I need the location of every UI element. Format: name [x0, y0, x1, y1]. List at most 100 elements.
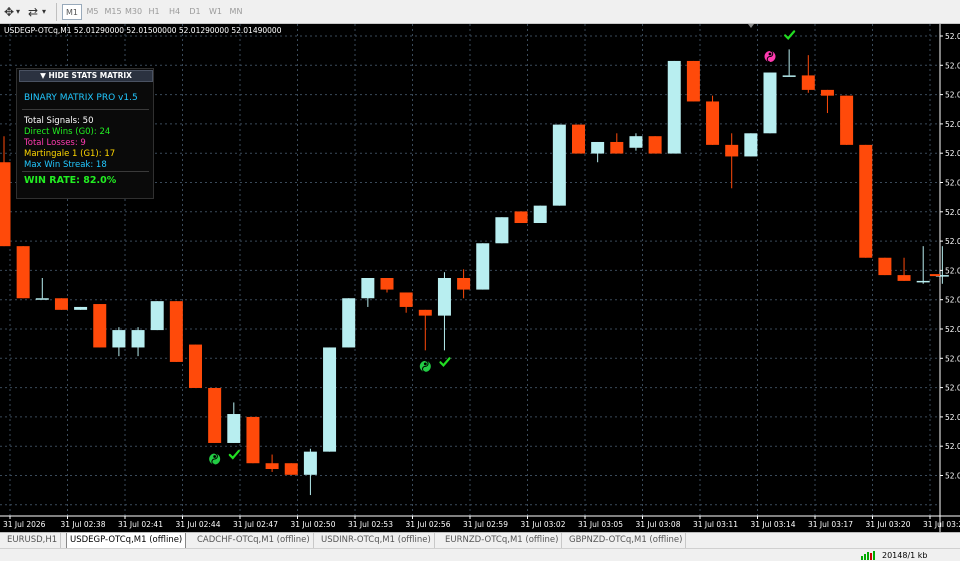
bull-candle-body — [552, 124, 566, 206]
time-tick-label: 31 Jul 03:08 — [636, 520, 681, 529]
stats-matrix-panel: ▼ HIDE STATS MATRIX BINARY MATRIX PRO v1… — [16, 68, 154, 199]
chart-tabs: EURUSD,H1 USDEGP-OTCq,M1 (offline) CADCHF-… — [0, 532, 960, 549]
chart-tab[interactable]: USDEGP-OTCq,M1 (offline) — [66, 533, 187, 549]
time-tick-label: 31 Jul 03:02 — [521, 520, 566, 529]
bear-candle-body — [572, 124, 585, 154]
bear-candle-body — [380, 278, 394, 290]
timeframe-m1-button[interactable]: M1 — [62, 4, 82, 20]
time-tick-label: 31 Jul 02:59 — [463, 520, 508, 529]
yinyang-dot — [213, 455, 217, 458]
dropdown-arrow-icon[interactable]: ▾ — [16, 4, 20, 20]
time-tick-label: 31 Jul 02:41 — [118, 520, 163, 529]
timeframe-m30-button[interactable]: M30 — [124, 4, 144, 20]
bear-candle-body — [208, 387, 222, 443]
max-streak-text: Max Win Streak: 18 — [24, 160, 107, 170]
timeframe-m15-button[interactable]: M15 — [103, 4, 123, 20]
yinyang-dot — [768, 52, 772, 56]
time-tick-label: 31 Jul 2026 — [3, 520, 46, 529]
yinyang-signal-icon — [209, 452, 221, 465]
connection-status-text: 20148/1 kb — [882, 551, 928, 560]
price-tick-label: 52.0 — [945, 91, 960, 100]
chart-tab[interactable]: EURNZD-OTCq,M1 (offline) — [442, 533, 563, 549]
price-tick-label: 52.0 — [945, 237, 960, 246]
crosshair-icon[interactable]: ✥ — [4, 4, 14, 20]
chart-tab[interactable]: CADCHF-OTCq,M1 (offline) — [194, 533, 314, 549]
time-tick-label: 31 Jul 03:11 — [693, 520, 738, 529]
candle — [93, 304, 107, 348]
yinyang-dot — [423, 362, 427, 366]
candle — [840, 95, 854, 145]
chart-toolbar: ✥ ▾ ⇄ ▾ M1 M5 M15 M30 H1 H4 D1 W1 MN — [0, 0, 960, 24]
candle — [284, 463, 298, 475]
bear-candle-body — [54, 298, 68, 310]
candle — [648, 136, 662, 154]
bull-candle-body — [323, 347, 337, 452]
bull-candle-body — [916, 280, 930, 283]
candle — [342, 298, 356, 348]
connection-bars-icon — [861, 551, 875, 560]
bull-candle-body — [495, 217, 509, 244]
candle — [667, 60, 681, 154]
time-tick-label: 31 Jul 02:50 — [291, 520, 336, 529]
time-tick-label: 31 Jul 02:56 — [406, 520, 451, 529]
candle — [150, 301, 164, 331]
timeframe-w1-button[interactable]: W1 — [206, 4, 226, 20]
bear-candle-body — [706, 101, 720, 145]
status-bar: 20148/1 kb — [0, 548, 960, 561]
bull-candle-body — [763, 72, 777, 134]
timeframe-d1-button[interactable]: D1 — [185, 4, 205, 20]
price-tick-label: 52.0 — [945, 384, 960, 393]
hide-stats-button[interactable]: ▼ HIDE STATS MATRIX — [19, 70, 153, 82]
price-tick-label: 52.0 — [945, 266, 960, 275]
toolbar-divider — [56, 3, 57, 21]
bull-candle-body — [131, 330, 145, 348]
price-tick-label: 52.0 — [945, 325, 960, 334]
bull-candle-body — [591, 141, 605, 154]
bear-candle-body — [514, 211, 528, 224]
chart-tab[interactable]: GBPNZD-OTCq,M1 (offline) — [566, 533, 687, 549]
timeframe-m5-button[interactable]: M5 — [83, 4, 103, 20]
bear-candle-body — [610, 141, 624, 154]
timeframe-h1-button[interactable]: H1 — [144, 4, 164, 20]
chart-tab[interactable]: USDINR-OTCq,M1 (offline) — [318, 533, 435, 549]
total-signals-text: Total Signals: 50 — [24, 116, 94, 126]
candle — [74, 306, 88, 310]
candle — [514, 211, 528, 224]
price-tick-label: 52.0 — [945, 32, 960, 41]
bull-candle-body — [782, 75, 796, 77]
candle — [878, 257, 892, 276]
price-chart[interactable]: 52.0 52.0 52.0 52.0 52.0 52.0 52.0 52.0 52.0 52.0… — [0, 24, 960, 532]
bear-candle-body — [246, 416, 260, 464]
bull-candle-body — [74, 306, 88, 310]
candle — [572, 124, 585, 154]
stats-title: BINARY MATRIX PRO v1.5 — [24, 93, 138, 103]
candle — [495, 217, 509, 244]
candle — [189, 344, 202, 388]
bear-candle-body — [265, 463, 279, 470]
time-tick-label: 31 Jul 03:17 — [808, 520, 853, 529]
candle — [208, 387, 222, 443]
price-tick-label: 52.0 — [945, 296, 960, 305]
bull-candle-body — [667, 60, 681, 154]
timeframe-mn-button[interactable]: MN — [226, 4, 246, 20]
price-tick-label: 52.0 — [945, 354, 960, 363]
bear-candle-body — [93, 304, 107, 348]
candle — [476, 243, 490, 290]
dropdown-arrow-icon[interactable]: ▾ — [42, 4, 46, 20]
bear-candle-body — [0, 162, 11, 247]
direct-wins-text: Direct Wins (G0): 24 — [24, 127, 111, 137]
timeframe-h4-button[interactable]: H4 — [165, 4, 185, 20]
total-losses-text: Total Losses: 9 — [24, 138, 86, 148]
chart-tab[interactable]: EURUSD,H1 — [4, 533, 62, 549]
bear-candle-body — [725, 144, 739, 157]
bear-candle-body — [648, 136, 662, 154]
chart-objects-icon[interactable]: ⇄ — [28, 4, 38, 20]
bear-candle-body — [16, 246, 30, 299]
time-tick-label: 31 Jul 02:47 — [233, 520, 278, 529]
candle — [54, 298, 68, 310]
bull-candle-body — [533, 205, 547, 224]
time-tick-label: 31 Jul 03:23 — [923, 520, 960, 529]
bear-candle-body — [878, 257, 892, 276]
bear-candle-body — [859, 144, 873, 258]
bull-candle-body — [629, 136, 643, 148]
